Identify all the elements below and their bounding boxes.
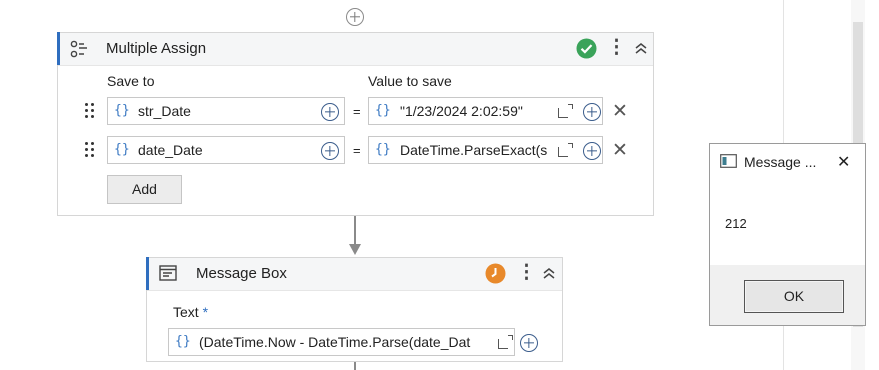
connector-line (354, 216, 356, 246)
multiple-assign-activity[interactable]: Multiple Assign ⋮ Save to Value to save … (57, 32, 654, 216)
activity-title: Multiple Assign (106, 40, 207, 57)
value-text: DateTime.ParseExact(s (400, 142, 548, 158)
expression-icon: {} (175, 334, 191, 349)
check-circle-icon (576, 38, 597, 59)
selection-accent (146, 257, 149, 290)
selection-accent (57, 32, 60, 65)
value-field[interactable]: {} "1/23/2024 2:02:59" (368, 97, 603, 125)
dialog-close-icon[interactable]: ✕ (837, 152, 850, 172)
variable-name: str_Date (138, 103, 191, 119)
value-text: "1/23/2024 2:02:59" (400, 103, 523, 119)
add-value-icon[interactable] (583, 103, 601, 121)
expression-icon: {} (375, 103, 391, 118)
value-field[interactable]: {} DateTime.ParseExact(s (368, 136, 603, 164)
value-to-save-label: Value to save (368, 73, 452, 89)
add-variable-icon[interactable] (321, 103, 339, 121)
add-button[interactable]: Add (107, 175, 182, 204)
required-mark: * (202, 304, 209, 320)
clock-icon (485, 263, 506, 284)
activity-title: Message Box (196, 265, 287, 282)
text-label: Text * (173, 304, 208, 320)
ok-button[interactable]: OK (744, 280, 844, 313)
expand-editor-icon[interactable] (558, 143, 573, 157)
message-box-icon (159, 265, 177, 281)
expression-icon: {} (114, 142, 130, 157)
dialog-message: 212 (725, 216, 747, 231)
delete-row-icon[interactable]: ✕ (612, 100, 628, 123)
equals-sign: = (353, 104, 361, 119)
equals-sign: = (353, 143, 361, 158)
multiple-assign-icon (70, 40, 87, 58)
expand-editor-icon[interactable] (558, 104, 573, 118)
drag-handle-icon[interactable] (85, 142, 95, 158)
save-to-field[interactable]: {} str_Date (107, 97, 345, 125)
variable-name: date_Date (138, 142, 203, 158)
save-to-field[interactable]: {} date_Date (107, 136, 345, 164)
add-value-icon[interactable] (520, 334, 538, 352)
expand-editor-icon[interactable] (498, 335, 513, 349)
connector-arrowhead (349, 244, 361, 255)
more-options-icon[interactable]: ⋮ (517, 261, 536, 284)
text-expression: (DateTime.Now - DateTime.Parse(date_Dat (199, 334, 471, 350)
connector-line (354, 362, 356, 370)
add-variable-icon[interactable] (321, 142, 339, 160)
message-box-activity[interactable]: Message Box ⋮ Text * {} (DateTime.Now - … (146, 257, 563, 362)
text-label-text: Text (173, 304, 199, 320)
text-field[interactable]: {} (DateTime.Now - DateTime.Parse(date_D… (168, 328, 515, 356)
delete-row-icon[interactable]: ✕ (612, 139, 628, 162)
more-options-icon[interactable]: ⋮ (607, 36, 626, 59)
expression-icon: {} (114, 103, 130, 118)
collapse-icon[interactable] (634, 41, 648, 55)
add-activity-icon[interactable] (346, 8, 364, 26)
drag-handle-icon[interactable] (85, 103, 95, 119)
message-dialog[interactable]: Message ... ✕ 212 OK (709, 143, 866, 326)
collapse-icon[interactable] (542, 266, 556, 280)
expression-icon: {} (375, 142, 391, 157)
dialog-title: Message ... (744, 154, 817, 170)
app-window-icon (720, 154, 737, 168)
add-value-icon[interactable] (583, 142, 601, 160)
save-to-label: Save to (107, 73, 155, 89)
